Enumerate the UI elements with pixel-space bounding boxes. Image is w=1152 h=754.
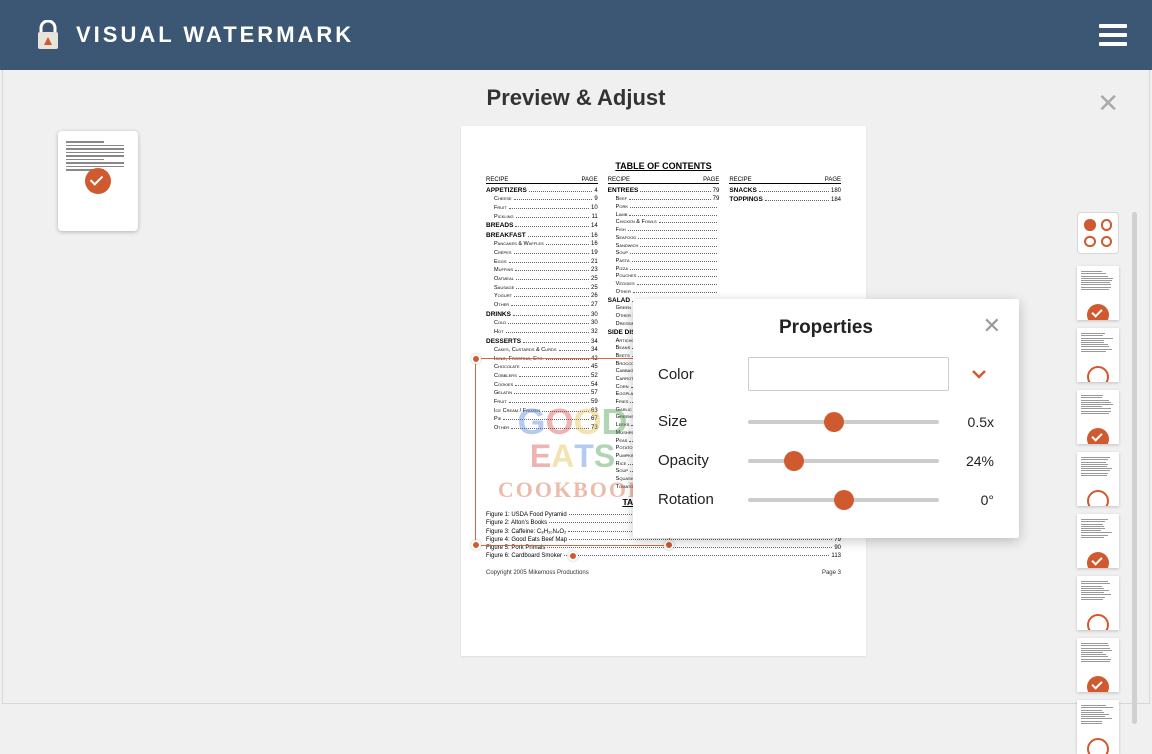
toc-row: Fruit10 (486, 204, 598, 213)
toc-row: TOPPINGS184 (729, 195, 841, 204)
menu-button[interactable] (1099, 19, 1127, 51)
size-label: Size (658, 413, 733, 430)
brand-name: VISUAL WATERMARK (76, 22, 354, 48)
resize-handle-bl[interactable] (471, 540, 481, 550)
toc-row: Cakes, Custards & Curds34 (486, 346, 598, 355)
check-badge-icon (1087, 304, 1109, 320)
toc-row: Veggies (608, 281, 720, 289)
toc-row: Seafood (608, 235, 720, 243)
toc-row: ENTREES79 (608, 186, 720, 195)
toc-row: Eggs21 (486, 258, 598, 267)
figure-row: Figure 6: Cardboard Smoker113 (486, 552, 841, 560)
size-value: 0.5x (954, 414, 994, 430)
toc-row: Cobblers52 (486, 372, 598, 381)
toc-row: Other (608, 289, 720, 297)
toc-row: Cookies54 (486, 381, 598, 390)
toc-row: Sandwich (608, 243, 720, 251)
toc-row: Pork (608, 204, 720, 212)
toc-row: Pasta (608, 258, 720, 266)
toc-row: Chicken & Fowls (608, 219, 720, 227)
empty-badge-icon (1087, 614, 1109, 630)
rotation-slider[interactable] (748, 498, 939, 502)
toc-row: Fruit59 (486, 398, 598, 407)
check-badge-icon (1087, 552, 1109, 568)
toc-row: BREADS14 (486, 221, 598, 230)
layout-option-grid[interactable] (1077, 212, 1119, 254)
empty-badge-icon (1087, 738, 1109, 754)
toc-row: Lamb (608, 212, 720, 220)
page-title: Preview & Adjust (3, 70, 1149, 121)
preview-thumbnail[interactable] (1077, 514, 1119, 568)
page-number: Page 3 (822, 570, 841, 576)
opacity-slider[interactable] (748, 459, 939, 463)
toc-row: Soup (608, 250, 720, 258)
toc-row: Pizza (608, 266, 720, 274)
preview-thumbnail[interactable] (1077, 328, 1119, 382)
preview-thumbnail[interactable] (1077, 390, 1119, 444)
toc-row: Ice Cream / Frozen63 (486, 407, 598, 416)
preview-thumbnail[interactable] (1077, 452, 1119, 506)
preview-thumbnail[interactable] (1077, 638, 1119, 692)
color-swatch[interactable] (748, 357, 949, 391)
toc-row: Crêpes19 (486, 249, 598, 258)
toc-row: Pie67 (486, 415, 598, 424)
toc-row: Icing, Frosting, Etc.42 (486, 355, 598, 364)
toc-row: DRINKS30 (486, 310, 598, 319)
toc-row: Sausage25 (486, 284, 598, 293)
toc-row: Hot32 (486, 328, 598, 337)
toc-row: DESSERTS34 (486, 337, 598, 346)
toc-row: Fish (608, 227, 720, 235)
toc-row: BREAKFAST16 (486, 231, 598, 240)
copyright: Copyright 2005 Mikemoss Productions (486, 570, 589, 576)
left-panel (3, 126, 178, 686)
panel-close-button[interactable]: ✕ (983, 313, 1001, 339)
figure-row: Figure 5: Pork Primals90 (486, 544, 841, 552)
toc-row: APPETIZERS4 (486, 186, 598, 195)
opacity-value: 24% (954, 453, 994, 469)
source-thumbnail[interactable] (58, 131, 138, 231)
layout-strip (1077, 212, 1127, 754)
opacity-label: Opacity (658, 452, 733, 469)
brand: VISUAL WATERMARK (35, 20, 354, 50)
rotation-value: 0° (954, 492, 994, 508)
color-label: Color (658, 366, 733, 383)
toc-row: Pouches (608, 273, 720, 281)
toc-heading: TABLE OF CONTENTS (486, 161, 841, 171)
empty-badge-icon (1087, 490, 1109, 506)
toc-row: Cheese9 (486, 195, 598, 204)
check-badge-icon (1087, 428, 1109, 444)
toc-row: Other73 (486, 424, 598, 433)
color-dropdown-button[interactable] (964, 357, 994, 391)
toc-row: Pancakes & Waffles16 (486, 240, 598, 249)
toc-row: Muffins23 (486, 266, 598, 275)
toc-row: Chocolate45 (486, 363, 598, 372)
check-badge-icon (85, 168, 111, 194)
close-button[interactable]: ✕ (1097, 88, 1119, 119)
toc-row: Other27 (486, 301, 598, 310)
toc-row: Cold30 (486, 319, 598, 328)
toc-row: Gelatin57 (486, 389, 598, 398)
preview-thumbnail[interactable] (1077, 266, 1119, 320)
panel-title: Properties (658, 317, 994, 339)
check-badge-icon (1087, 676, 1109, 692)
size-slider[interactable] (748, 420, 939, 424)
main-area: Preview & Adjust ✕ TABLE OF CONTENTS REC… (2, 70, 1150, 704)
preview-thumbnail[interactable] (1077, 576, 1119, 630)
lock-icon (35, 20, 61, 50)
toc-row: Beef79 (608, 195, 720, 204)
resize-handle-tl[interactable] (471, 354, 481, 364)
toc-row: Pickling11 (486, 213, 598, 222)
rotation-label: Rotation (658, 491, 733, 508)
preview-thumbnail[interactable] (1077, 700, 1119, 754)
toc-row: Yogurt26 (486, 292, 598, 301)
toc-row: Oatmeal25 (486, 275, 598, 284)
app-header: VISUAL WATERMARK (0, 0, 1152, 70)
properties-panel: Properties ✕ Color Size 0.5x Opacity 24%… (633, 299, 1019, 538)
empty-badge-icon (1087, 366, 1109, 382)
toc-row: SNACKS180 (729, 186, 841, 195)
